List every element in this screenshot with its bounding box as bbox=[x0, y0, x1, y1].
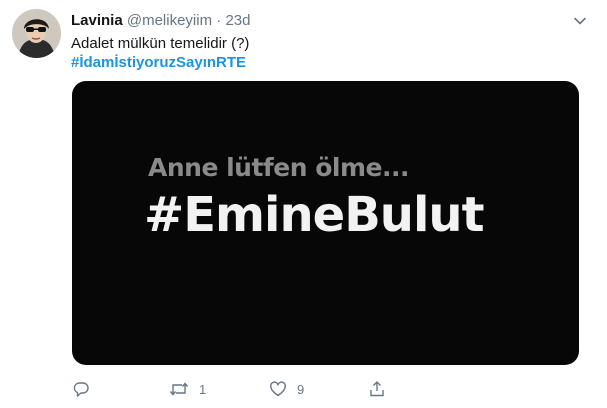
reply-button[interactable] bbox=[72, 378, 100, 400]
media-headline: #EmineBulut bbox=[144, 187, 485, 243]
avatar[interactable] bbox=[12, 9, 61, 58]
author-handle[interactable]: @melikeyiim bbox=[127, 12, 212, 29]
share-button[interactable] bbox=[368, 378, 386, 400]
like-count: 9 bbox=[297, 381, 305, 397]
tweet-text: Adalet mülkün temelidir (?) bbox=[71, 35, 250, 52]
like-button[interactable]: 9 bbox=[269, 378, 304, 400]
retweet-icon bbox=[169, 380, 189, 398]
author-name[interactable]: Lavinia bbox=[71, 12, 123, 29]
tweet-timestamp[interactable]: 23d bbox=[225, 12, 250, 29]
media-subtitle: Anne lütfen ölme... bbox=[148, 153, 410, 182]
share-icon bbox=[368, 380, 386, 398]
tweet-header: Lavinia @melikeyiim · 23d bbox=[71, 11, 567, 31]
chevron-down-icon[interactable] bbox=[573, 14, 587, 28]
retweet-button[interactable]: 1 bbox=[169, 378, 206, 400]
separator-dot: · bbox=[216, 12, 222, 29]
reply-icon bbox=[72, 380, 90, 398]
heart-icon bbox=[269, 380, 287, 398]
retweet-count: 1 bbox=[199, 381, 207, 397]
hashtag-link[interactable]: #İdamİstiyoruzSayınRTE bbox=[71, 53, 246, 73]
tweet-card[interactable]: Lavinia @melikeyiim · 23d Adalet mülkün … bbox=[0, 0, 607, 408]
tweet-actions: 1 9 bbox=[72, 378, 392, 400]
tweet-media[interactable]: Anne lütfen ölme... #EmineBulut bbox=[72, 81, 579, 365]
